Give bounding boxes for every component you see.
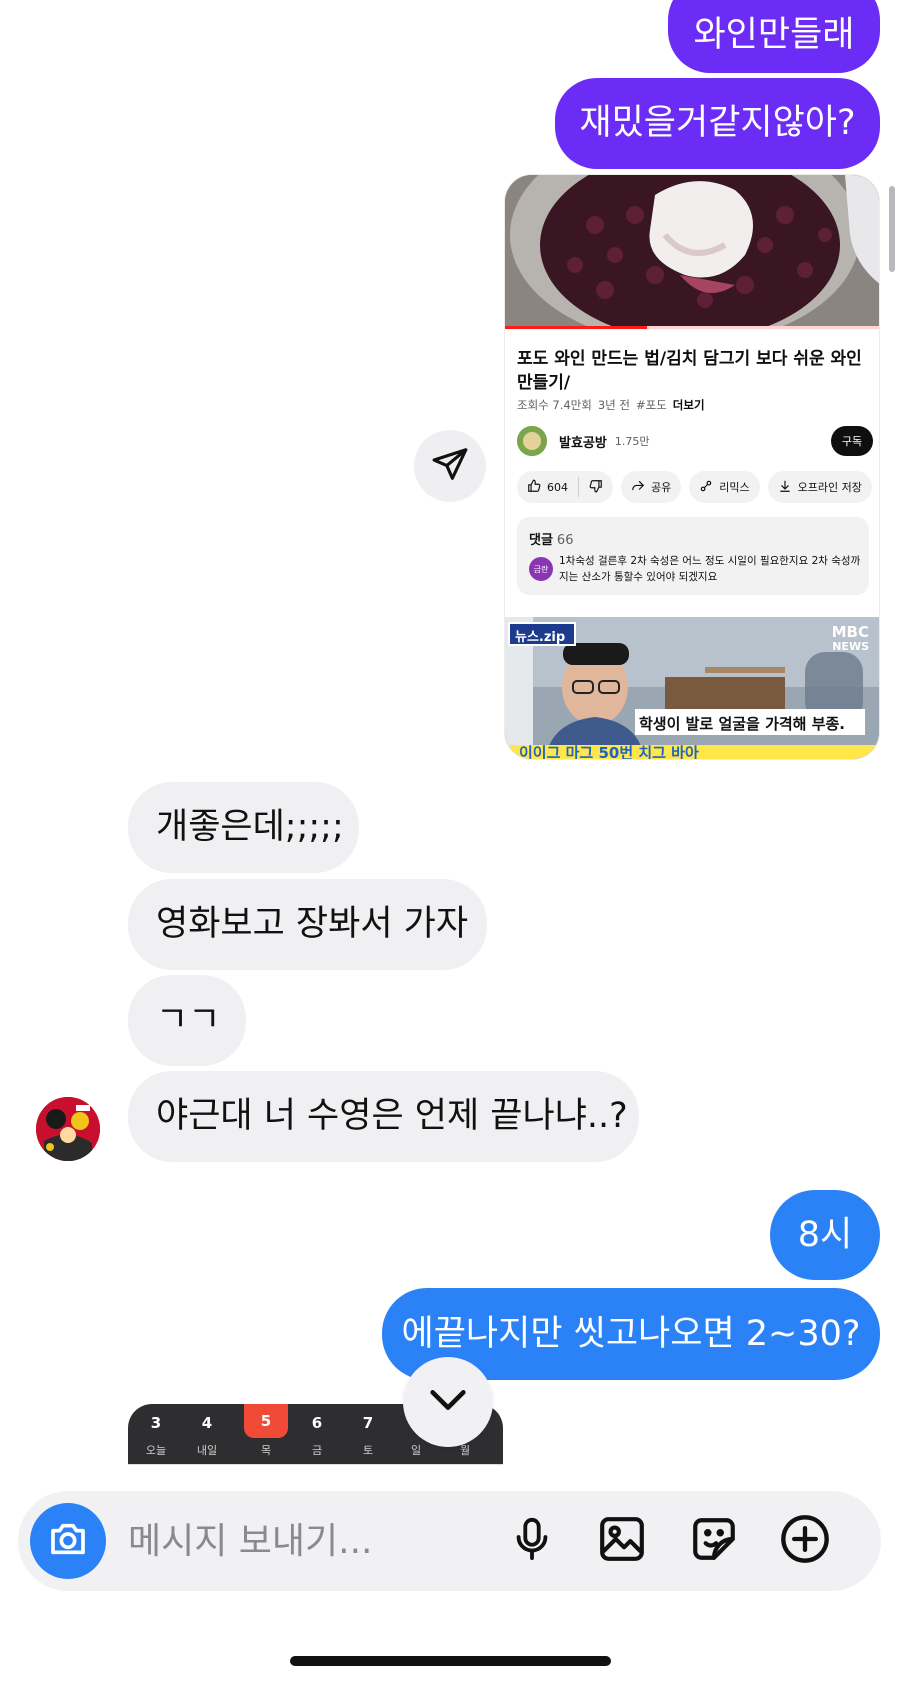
calendar-day[interactable]: 4 내일 xyxy=(185,1404,229,1464)
more-options-button[interactable] xyxy=(777,1513,833,1569)
calendar-day-selected[interactable]: 5 목 xyxy=(244,1404,288,1464)
video-actions: 604 공유 리믹스 오프라인 저장 xyxy=(517,471,879,503)
mbc-logo-text: MBC xyxy=(831,623,869,641)
calendar-day-number: 3 xyxy=(150,1414,162,1432)
calendar-day[interactable]: 7 토 xyxy=(346,1404,390,1464)
received-message[interactable]: 영화보고 장봐서 가자 xyxy=(128,879,487,970)
calendar-day[interactable]: 6 금 xyxy=(295,1404,339,1464)
message-input[interactable] xyxy=(128,1517,488,1565)
scroll-down-button[interactable] xyxy=(403,1357,493,1447)
sent-message[interactable]: 재밌을거같지않아? xyxy=(555,78,880,169)
news-badge: 뉴스.zip xyxy=(515,630,566,645)
camera-button[interactable] xyxy=(30,1503,106,1579)
hashtag[interactable]: #포도 xyxy=(636,397,667,413)
share-arrow-icon xyxy=(631,479,645,496)
share-label: 공유 xyxy=(651,481,672,494)
news-bottom-caption: 이이그 마그 50번 치그 바아 xyxy=(519,744,699,760)
image-icon xyxy=(597,1514,647,1568)
home-indicator[interactable] xyxy=(290,1656,611,1666)
shared-video-card[interactable]: 포도 와인 만드는 법/김치 담그기 보다 쉬운 와인 만들기/ 조회수 7.4… xyxy=(504,174,880,760)
comments-title: 댓글 xyxy=(529,533,553,548)
calendar-day-number: 5 xyxy=(244,1404,288,1438)
comments-header: 댓글 66 xyxy=(529,529,573,548)
sticker-button[interactable] xyxy=(686,1513,742,1569)
sent-message[interactable]: 8시 xyxy=(770,1190,880,1280)
remix-label: 리믹스 xyxy=(719,481,750,494)
calendar-day-label: 일 xyxy=(410,1444,422,1457)
news-caption: 학생이 발로 얼굴을 가격해 부종. xyxy=(639,715,845,733)
calendar-day-label: 내일 xyxy=(196,1444,218,1457)
subscriber-count: 1.75만 xyxy=(614,435,650,448)
sticker-icon xyxy=(689,1514,739,1568)
like-dislike-pill[interactable]: 604 xyxy=(517,471,613,503)
more-link[interactable]: 더보기 xyxy=(673,397,705,413)
video-thumbnail[interactable] xyxy=(505,175,879,328)
camera-icon xyxy=(48,1519,88,1563)
sender-avatar[interactable] xyxy=(36,1097,100,1161)
thumbs-down-icon[interactable] xyxy=(589,479,603,496)
plus-circle-icon xyxy=(779,1513,831,1569)
thumbs-up-icon[interactable] xyxy=(527,479,541,496)
video-meta: 조회수 7.4만회 3년 전 #포도 더보기 xyxy=(517,397,705,413)
received-message[interactable]: 야근대 너 수영은 언제 끝나냐..? xyxy=(128,1071,639,1162)
like-count: 604 xyxy=(547,480,568,494)
news-logo-text: NEWS xyxy=(832,640,869,653)
video-title[interactable]: 포도 와인 만드는 법/김치 담그기 보다 쉬운 와인 만들기/ xyxy=(517,347,873,395)
offline-save-pill[interactable]: 오프라인 저장 xyxy=(767,471,872,503)
commenter-avatar: 금란 xyxy=(529,557,553,581)
calendar-day[interactable]: 3 오늘 xyxy=(134,1404,178,1464)
chevron-down-icon xyxy=(425,1377,471,1427)
received-message[interactable]: ㄱㄱ xyxy=(128,975,246,1066)
calendar-day-label: 금 xyxy=(311,1444,323,1457)
calendar-day-label: 목 xyxy=(260,1444,272,1457)
channel-avatar[interactable] xyxy=(517,426,547,456)
offline-save-label: 오프라인 저장 xyxy=(797,481,862,494)
received-message[interactable]: 개좋은데;;;;; xyxy=(128,782,359,873)
divider xyxy=(578,477,579,497)
video-progress-fill xyxy=(505,326,648,329)
calendar-day-number: 7 xyxy=(362,1414,374,1432)
view-count: 조회수 7.4만회 xyxy=(517,398,592,412)
download-icon xyxy=(778,479,792,496)
calendar-strip-bottom xyxy=(128,1464,503,1472)
microphone-icon xyxy=(509,1516,555,1566)
channel-name[interactable]: 발효공방 xyxy=(559,432,607,451)
share-button[interactable] xyxy=(414,430,486,502)
microphone-button[interactable] xyxy=(504,1513,560,1569)
gallery-button[interactable] xyxy=(594,1513,650,1569)
calendar-day-label: 오늘 xyxy=(145,1444,167,1457)
scrollbar[interactable] xyxy=(889,186,895,272)
comment-text: 1차숙성 걸른후 2차 숙성은 어느 정도 시일이 필요한지요 2차 숙성까지는… xyxy=(559,555,861,583)
subscribe-button[interactable]: 구독 xyxy=(831,426,873,456)
calendar-day-label: 토 xyxy=(362,1444,374,1457)
comments-count: 66 xyxy=(556,533,574,548)
message-composer xyxy=(18,1491,881,1591)
remix-icon xyxy=(699,479,713,496)
upload-age: 3년 전 xyxy=(597,398,630,412)
remix-pill[interactable]: 리믹스 xyxy=(689,471,760,503)
channel-row: 발효공방 1.75만 구독 xyxy=(517,425,873,457)
calendar-day-number: 6 xyxy=(311,1414,323,1432)
comments-box[interactable]: 댓글 66 금란 1차숙성 걸른후 2차 숙성은 어느 정도 시일이 필요한지요 … xyxy=(517,517,869,595)
paper-plane-icon xyxy=(431,445,469,487)
sent-message[interactable]: 와인만들래 xyxy=(668,0,880,73)
share-pill[interactable]: 공유 xyxy=(621,471,682,503)
next-video-thumbnail[interactable]: 뉴스.zip MBC NEWS 학생이 발로 얼굴을 가격해 부종. 이이그 마… xyxy=(505,617,879,760)
calendar-day-number: 4 xyxy=(201,1414,213,1432)
video-progress-bar[interactable] xyxy=(505,326,879,329)
